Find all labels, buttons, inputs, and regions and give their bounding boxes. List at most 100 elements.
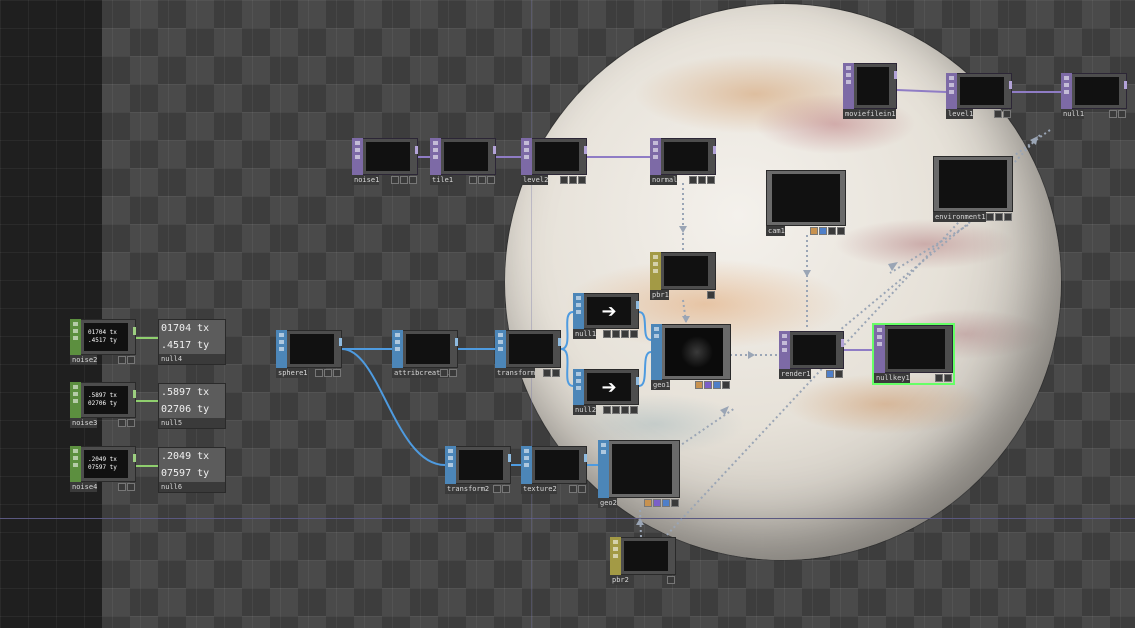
node-flags[interactable]	[493, 484, 511, 494]
node-flags[interactable]	[560, 175, 587, 185]
sop-flag	[495, 330, 506, 368]
node-nullkey1[interactable]: nullkey1	[872, 323, 955, 385]
camera-thumbnail	[772, 174, 840, 222]
node-null-a[interactable]: ➔ null1	[573, 293, 639, 339]
node-attribcreate1[interactable]: attribcreate1	[392, 330, 458, 378]
node-noise2[interactable]: 01704 tx .4517 ty noise2	[70, 319, 136, 365]
node-geo1[interactable]: geo1	[651, 324, 731, 390]
ref-arrow	[1030, 136, 1038, 145]
node-label: moviefilein1	[843, 109, 896, 119]
chop-flag	[70, 382, 81, 418]
geo-thumbnail	[612, 444, 672, 494]
node-label: pbr1	[650, 290, 669, 300]
node-noise1[interactable]: noise1	[352, 138, 418, 185]
node-flags[interactable]	[440, 368, 458, 378]
node-null-b[interactable]: ➔ null2	[573, 369, 639, 415]
node-label: cam1	[766, 226, 785, 236]
node-flags[interactable]	[695, 380, 731, 390]
output-connector[interactable]	[133, 390, 136, 398]
node-flags[interactable]	[118, 355, 136, 365]
node-flags[interactable]	[118, 418, 136, 428]
node-flags[interactable]	[810, 226, 846, 236]
node-texture2[interactable]: texture2	[521, 446, 587, 494]
output-connector[interactable]	[584, 454, 587, 462]
node-label: texture2	[521, 484, 557, 494]
chop-flag	[70, 446, 81, 482]
output-connector[interactable]	[841, 339, 844, 347]
node-flags[interactable]	[603, 405, 639, 415]
node-flags[interactable]	[707, 290, 716, 300]
node-render1[interactable]: render1	[779, 331, 844, 379]
node-transform2[interactable]: transform2	[445, 446, 511, 494]
node-flags[interactable]	[469, 175, 496, 185]
node-level1[interactable]: level1	[946, 73, 1012, 119]
node-flags[interactable]	[1109, 109, 1127, 119]
node-flags[interactable]	[391, 175, 418, 185]
channel-tx: 01704 tx	[161, 323, 210, 334]
top-flag	[352, 138, 363, 175]
node-null5[interactable]: .5897 tx 02706 ty null5	[158, 383, 226, 429]
chop-thumbnail: 01704 tx .4517 ty	[84, 323, 128, 351]
node-flags[interactable]	[315, 368, 342, 378]
node-label: geo2	[598, 498, 617, 508]
node-label: null1	[1061, 109, 1085, 119]
node-flags[interactable]	[994, 109, 1012, 119]
output-connector[interactable]	[1009, 81, 1012, 89]
channel-line: .5897 tx	[88, 392, 117, 399]
node-null4[interactable]: 01704 tx .4517 ty null4	[158, 319, 226, 365]
output-connector[interactable]	[894, 71, 897, 79]
node-flags[interactable]	[689, 175, 716, 185]
network-editor-canvas[interactable]: noise1 tile1 level2 normal moviefilein1	[0, 0, 1135, 628]
wire-transform1-null-b[interactable]	[560, 348, 574, 387]
output-connector[interactable]	[133, 327, 136, 335]
node-flags[interactable]	[569, 484, 587, 494]
wire-null-a-geo1[interactable]	[638, 311, 652, 341]
output-connector[interactable]	[339, 338, 342, 346]
wire-null-b-geo1[interactable]	[638, 351, 652, 387]
node-moviefilein1[interactable]: moviefilein1	[843, 63, 897, 119]
node-environment1[interactable]: environment1	[933, 156, 1013, 222]
output-connector[interactable]	[493, 146, 496, 154]
node-flags[interactable]	[667, 575, 676, 585]
normalmap-thumbnail	[664, 142, 708, 171]
output-connector[interactable]	[133, 454, 136, 462]
movie-thumbnail	[857, 67, 889, 105]
node-null1[interactable]: null1	[1061, 73, 1127, 119]
sphere-thumbnail	[509, 334, 553, 364]
node-flags[interactable]	[603, 329, 639, 339]
node-tile1[interactable]: tile1	[430, 138, 496, 185]
sphere-thumbnail	[290, 334, 334, 364]
node-cam1[interactable]: cam1	[766, 170, 846, 236]
node-normal[interactable]: normal	[650, 138, 716, 185]
node-pbr2[interactable]: pbr2	[610, 537, 676, 585]
output-connector[interactable]	[713, 146, 716, 154]
node-flags[interactable]	[935, 373, 953, 383]
node-label: level2	[521, 175, 549, 185]
output-connector[interactable]	[584, 146, 587, 154]
node-geo2[interactable]: geo2	[598, 440, 680, 508]
output-connector[interactable]	[558, 338, 561, 346]
mat-flag	[610, 537, 621, 575]
node-noise4[interactable]: .2049 tx 07597 ty noise4	[70, 446, 136, 492]
node-pbr1[interactable]: pbr1	[650, 252, 716, 300]
node-flags[interactable]	[826, 369, 844, 379]
output-connector[interactable]	[455, 338, 458, 346]
node-null6[interactable]: .2049 tx 07597 ty null6	[158, 447, 226, 493]
node-noise3[interactable]: .5897 tx 02706 ty noise3	[70, 382, 136, 428]
node-flags[interactable]	[118, 482, 136, 492]
node-flags[interactable]	[543, 368, 561, 378]
wire-moviefilein1-level1[interactable]	[896, 89, 947, 93]
node-transform1[interactable]: transform	[495, 330, 561, 378]
output-connector[interactable]	[415, 146, 418, 154]
node-level2[interactable]: level2	[521, 138, 587, 185]
node-flags[interactable]	[986, 212, 1013, 222]
node-flags[interactable]	[644, 498, 680, 508]
level-thumbnail	[960, 77, 1004, 105]
wire-transform1-null-a[interactable]	[560, 311, 574, 350]
output-connector[interactable]	[636, 301, 639, 309]
node-sphere1[interactable]: sphere1	[276, 330, 342, 378]
output-connector[interactable]	[636, 377, 639, 385]
ref-arrow	[720, 406, 729, 415]
output-connector[interactable]	[1124, 81, 1127, 89]
output-connector[interactable]	[508, 454, 511, 462]
